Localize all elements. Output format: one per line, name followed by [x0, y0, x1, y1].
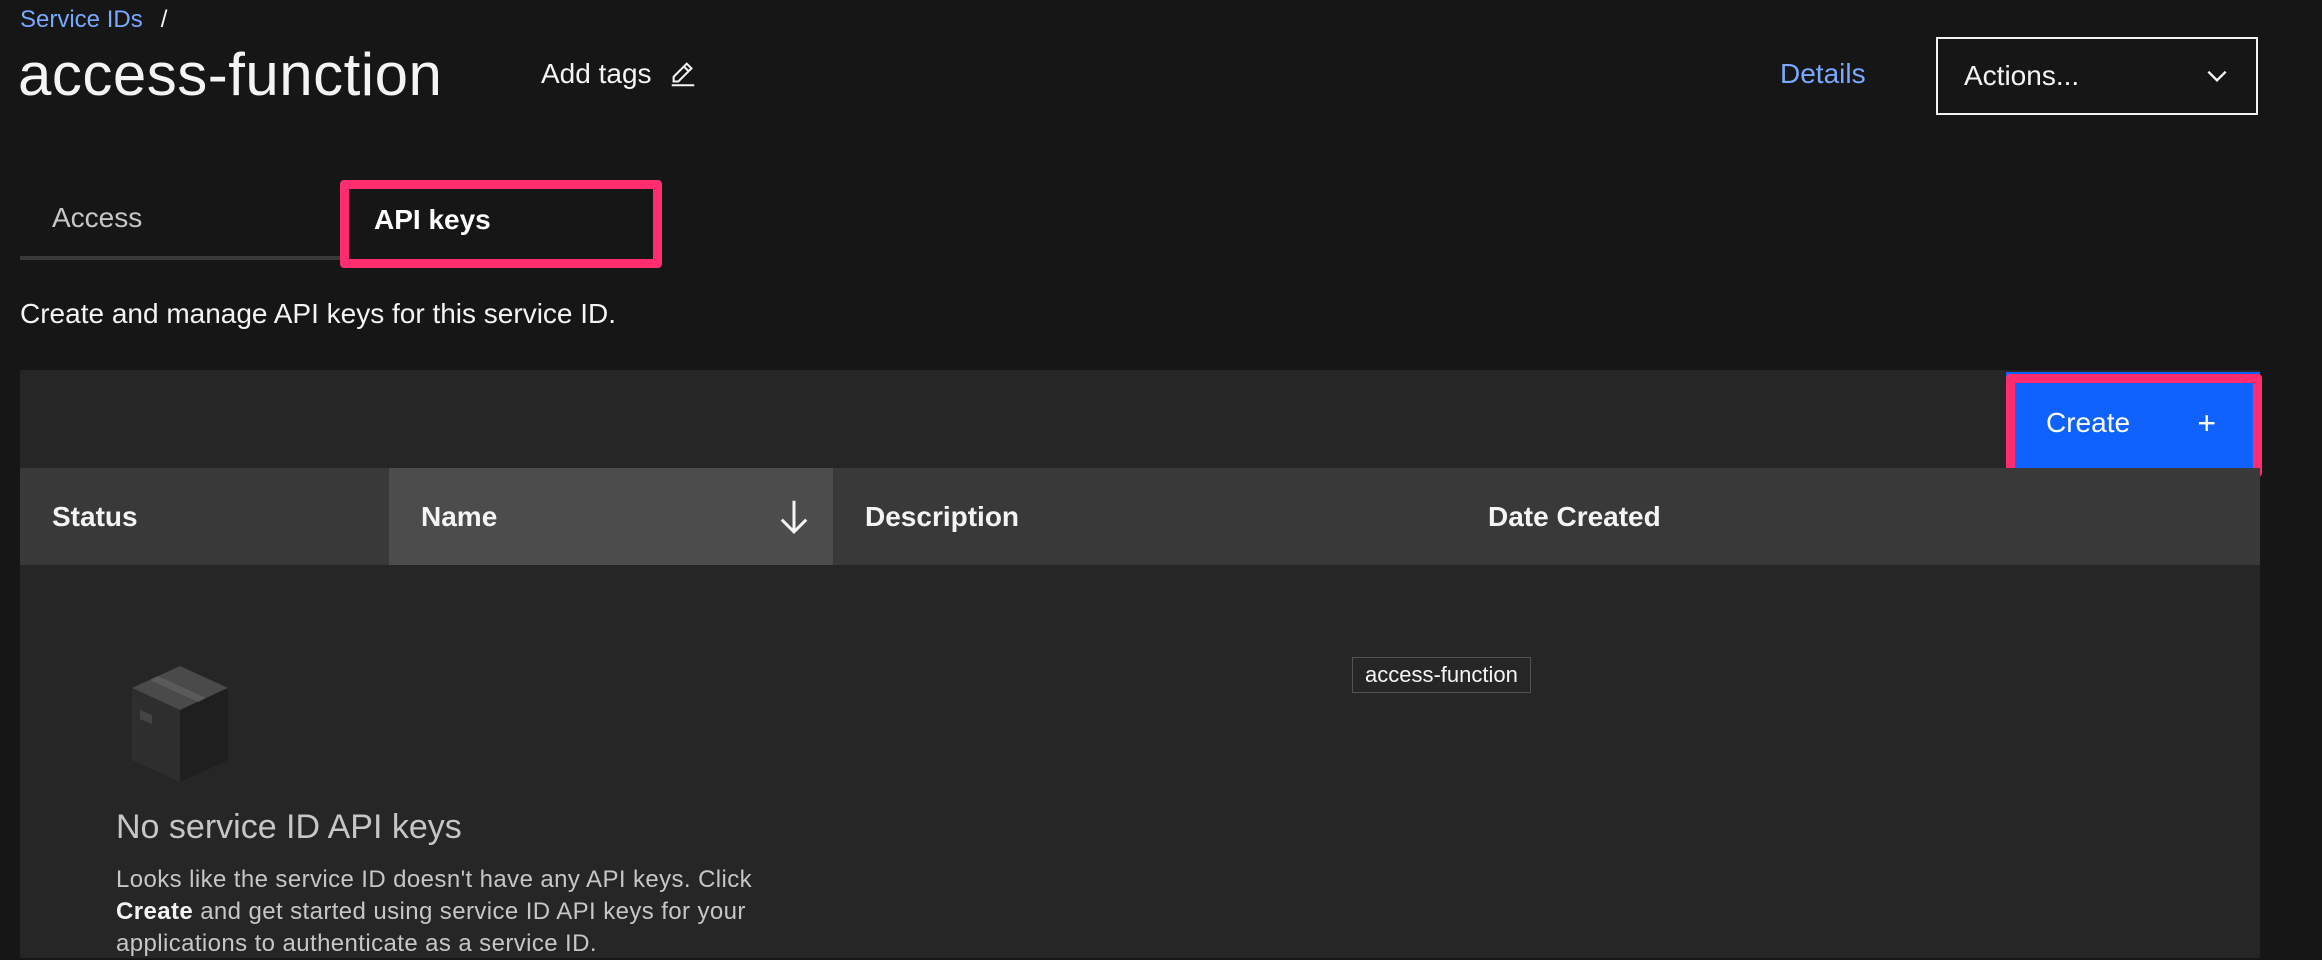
- box-icon: [132, 666, 228, 782]
- table-toolbar: [20, 370, 2260, 468]
- breadcrumb: Service IDs /: [20, 6, 167, 34]
- empty-state-title: No service ID API keys: [116, 808, 462, 846]
- column-header-status[interactable]: Status: [20, 468, 389, 565]
- breadcrumb-separator: /: [160, 6, 168, 33]
- column-header-name-label: Name: [421, 500, 498, 532]
- breadcrumb-link-service-ids[interactable]: Service IDs: [20, 6, 143, 34]
- column-header-description[interactable]: Description: [833, 468, 1453, 565]
- actions-dropdown-label: Actions...: [1964, 60, 2080, 91]
- column-header-date-created[interactable]: Date Created: [1453, 468, 1953, 565]
- details-link[interactable]: Details: [1780, 58, 1866, 90]
- page-title: access-function: [18, 41, 443, 108]
- column-header-status-label: Status: [52, 500, 138, 532]
- arrow-down-icon: [780, 500, 808, 534]
- empty-state-body-create: Create: [116, 898, 194, 925]
- tab-access[interactable]: Access: [20, 180, 340, 260]
- chevron-down-icon: [2207, 70, 2227, 83]
- pencil-icon: [671, 62, 694, 87]
- column-header-name[interactable]: Name: [389, 468, 833, 565]
- column-header-description-label: Description: [865, 500, 1020, 532]
- tooltip: access-function: [1352, 657, 1531, 693]
- highlight-box-create: [2006, 374, 2262, 477]
- add-tags-button[interactable]: Add tags: [541, 58, 698, 90]
- highlight-box-api-keys: [340, 180, 662, 268]
- tab-access-label: Access: [52, 202, 143, 233]
- empty-state-body-post: and get started using service ID API key…: [116, 898, 746, 957]
- intro-text: Create and manage API keys for this serv…: [20, 298, 617, 329]
- add-tags-label: Add tags: [541, 58, 652, 89]
- empty-state-body-pre: Looks like the service ID doesn't have a…: [116, 866, 753, 893]
- column-header-date-created-label: Date Created: [1488, 500, 1661, 532]
- actions-dropdown[interactable]: Actions...: [1936, 37, 2258, 115]
- empty-state-body: Looks like the service ID doesn't have a…: [116, 864, 816, 960]
